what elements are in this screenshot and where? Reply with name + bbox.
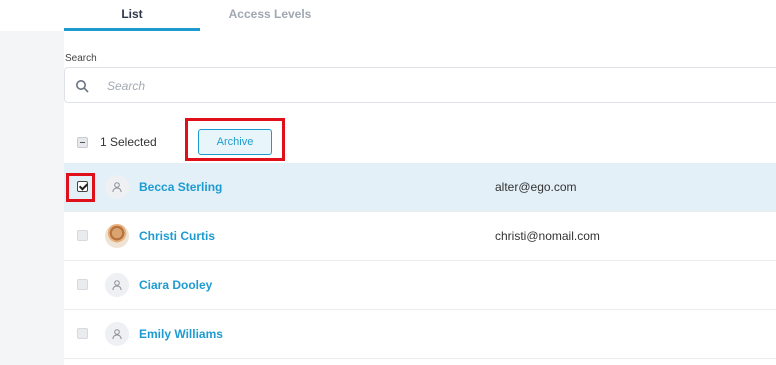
search-icon — [76, 80, 89, 93]
tab-list-label: List — [121, 7, 143, 21]
archive-button[interactable]: Archive — [198, 129, 272, 155]
tab-list[interactable]: List — [64, 0, 200, 31]
table-row[interactable]: Becca Sterling alter@ego.com — [64, 163, 776, 212]
avatar-photo — [105, 224, 129, 248]
search-label: Search — [65, 53, 97, 64]
table-row[interactable]: Emily Williams — [64, 310, 776, 359]
row-checkbox[interactable] — [77, 279, 88, 290]
user-list-panel: Search 1 Selected Archive Becca Sterling… — [64, 31, 776, 365]
person-icon — [112, 280, 122, 291]
avatar — [105, 175, 129, 199]
row-checkbox[interactable] — [77, 181, 88, 192]
bulk-actions-toolbar: 1 Selected Archive — [64, 120, 776, 163]
tab-access-levels-label: Access Levels — [228, 7, 312, 21]
user-email: alter@ego.com — [495, 180, 577, 194]
select-all-checkbox[interactable] — [77, 137, 88, 148]
user-name-link[interactable]: Becca Sterling — [139, 180, 222, 194]
person-icon — [112, 182, 122, 193]
tab-bar: List Access Levels — [0, 0, 776, 31]
search-box[interactable] — [64, 67, 776, 103]
avatar — [105, 322, 129, 346]
person-icon — [112, 329, 122, 340]
user-email: christi@nomail.com — [495, 229, 600, 243]
tab-access-levels[interactable]: Access Levels — [200, 0, 340, 31]
table-row[interactable]: Christi Curtis christi@nomail.com — [64, 212, 776, 261]
table-row[interactable]: Ciara Dooley — [64, 261, 776, 310]
search-input[interactable] — [107, 76, 707, 96]
row-checkbox[interactable] — [77, 230, 88, 241]
avatar — [105, 273, 129, 297]
selected-count: 1 Selected — [100, 135, 157, 149]
user-name-link[interactable]: Emily Williams — [139, 327, 223, 341]
row-checkbox[interactable] — [77, 328, 88, 339]
user-name-link[interactable]: Christi Curtis — [139, 229, 215, 243]
user-name-link[interactable]: Ciara Dooley — [139, 278, 212, 292]
